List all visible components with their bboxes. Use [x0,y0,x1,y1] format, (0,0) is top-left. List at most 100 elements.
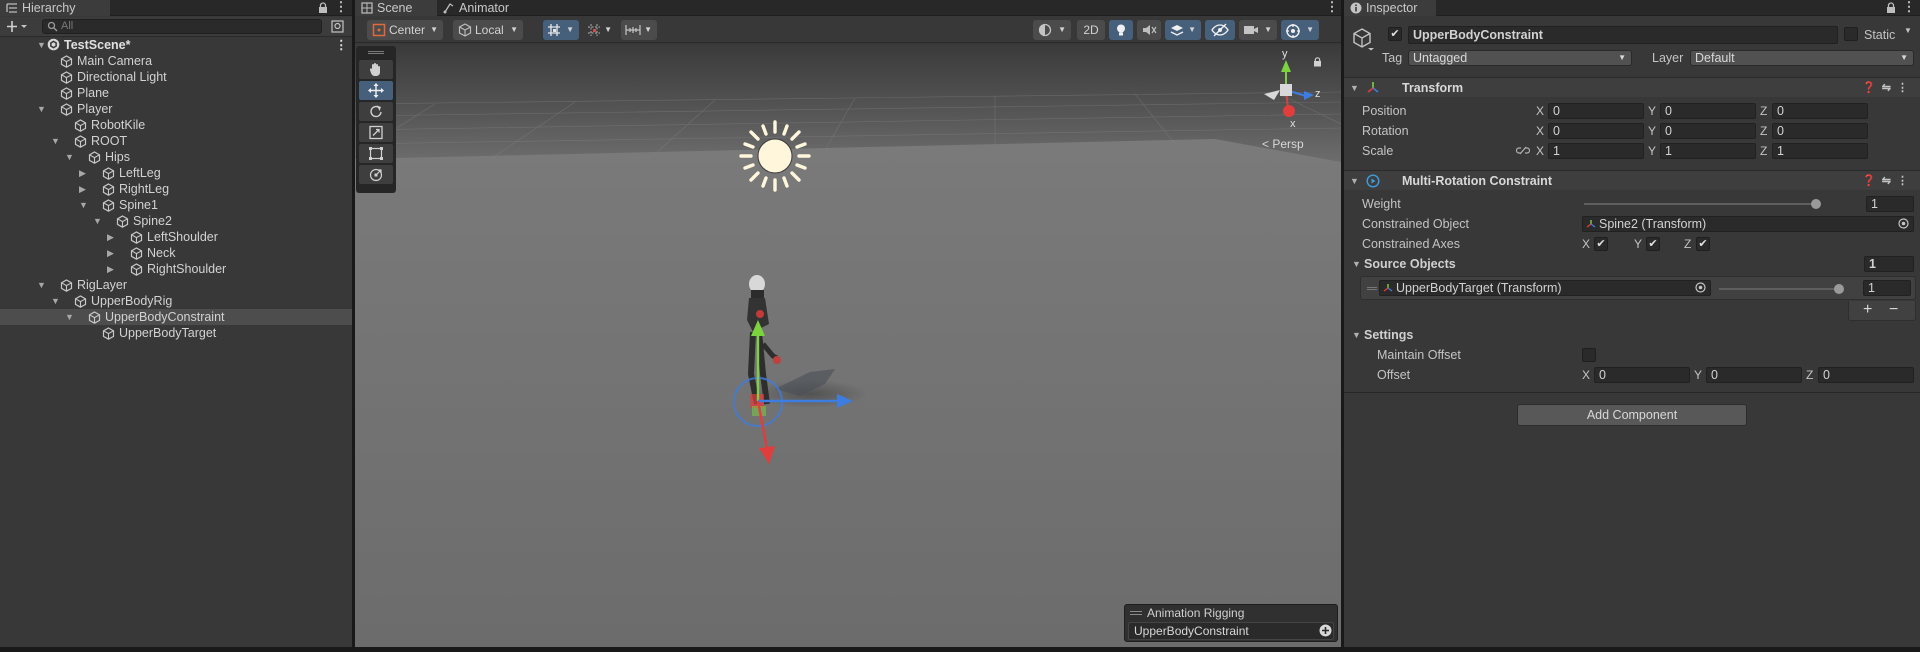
collapse-arrow-icon[interactable]: ▼ [1350,78,1359,98]
incremental-snap-toggle[interactable]: ▼ [583,20,617,40]
expand-arrow-icon[interactable]: ▼ [51,293,61,309]
hierarchy-item[interactable]: ▼ UpperBodyConstraint [0,309,352,325]
offset-z-field[interactable]: 0 [1818,367,1914,383]
help-icon[interactable]: ❓ [1862,82,1882,94]
tab-animator[interactable]: Animator [437,0,517,16]
tab-inspector[interactable]: Inspector [1344,0,1436,16]
align-tools-toggle[interactable]: ▼ [621,20,657,40]
lighting-toggle[interactable] [1109,20,1133,40]
expand-arrow-icon[interactable]: ▼ [51,133,61,149]
active-checkbox[interactable]: ✔ [1388,27,1402,41]
pivot-mode-dropdown[interactable]: Center ▼ [367,20,443,40]
hierarchy-item[interactable]: UpperBodyTarget [0,325,352,341]
layer-dropdown[interactable]: Default ▼ [1690,50,1914,66]
hierarchy-item[interactable]: ▼ UpperBodyRig [0,293,352,309]
move-tool-button[interactable] [359,81,393,100]
scale-x-field[interactable]: 1 [1548,143,1644,159]
collapse-arrow-icon[interactable]: ▼ [1350,171,1359,191]
help-icon[interactable]: ❓ [1862,175,1882,187]
hierarchy-item[interactable]: ▼ ROOT [0,133,352,149]
hierarchy-item[interactable]: ▶ RightLeg [0,181,352,197]
reorder-handle-icon[interactable] [1367,287,1377,290]
transform-tool-button[interactable] [359,165,393,184]
position-z-field[interactable]: 0 [1772,103,1868,119]
add-object-plus-icon[interactable] [6,20,28,33]
inspector-lock-icon[interactable] [1886,2,1896,14]
scene-menu-kebab-icon[interactable]: ⋮ [1325,0,1339,16]
object-picker-icon[interactable] [1898,218,1909,229]
collapsed-arrow-icon[interactable]: ▶ [107,229,117,245]
gizmos-dropdown[interactable]: ▼ [1281,20,1319,40]
add-circle-icon[interactable] [1319,624,1332,637]
constrained-axis-z-checkbox[interactable]: ✔ [1696,237,1710,251]
drag-handle-icon[interactable] [368,51,384,54]
maintain-offset-checkbox[interactable] [1582,348,1596,362]
effects-dropdown[interactable]: ▼ [1165,20,1201,40]
projection-toggle[interactable]: < Persp [1262,137,1304,151]
overlay-drag-handle-icon[interactable] [1130,611,1142,615]
source-weight-slider-knob[interactable] [1834,284,1844,294]
hierarchy-search-input[interactable]: All [42,19,322,34]
view-tool-button[interactable] [359,60,393,79]
grid-snap-toggle[interactable]: ▼ [543,20,579,40]
collapsed-arrow-icon[interactable]: ▶ [107,261,117,277]
hierarchy-item[interactable]: RobotKile [0,117,352,133]
scale-tool-button[interactable] [359,123,393,142]
overlay-constraint-field[interactable]: UpperBodyConstraint [1128,622,1334,640]
component-menu-kebab-icon[interactable]: ⋮ [1897,82,1914,94]
audio-toggle[interactable] [1137,20,1161,40]
hierarchy-item[interactable]: ▶ Neck [0,245,352,261]
settings-header[interactable]: ▼ Settings [1344,326,1920,344]
scene-menu-kebab-icon[interactable]: ⋮ [335,37,348,53]
offset-y-field[interactable]: 0 [1706,367,1802,383]
expand-arrow-icon[interactable]: ▼ [37,101,47,117]
static-checkbox[interactable] [1844,27,1858,41]
rotate-tool-button[interactable] [359,102,393,121]
weight-slider-track[interactable] [1584,203,1816,205]
weight-field[interactable]: 1 [1866,196,1914,212]
collapsed-arrow-icon[interactable]: ▶ [79,165,89,181]
draw-mode-dropdown[interactable]: ▼ [1033,20,1071,40]
camera-settings-dropdown[interactable]: ▼ [1239,20,1277,40]
source-weight-field[interactable]: 1 [1863,280,1911,296]
lock-icon[interactable] [318,2,328,14]
hierarchy-item[interactable]: ▼ Hips [0,149,352,165]
collapsed-arrow-icon[interactable]: ▶ [79,181,89,197]
position-x-field[interactable]: 0 [1548,103,1644,119]
add-component-button[interactable]: Add Component [1517,404,1747,426]
constrained-axis-x-checkbox[interactable]: ✔ [1594,237,1608,251]
hierarchy-menu-kebab-icon[interactable]: ⋮ [334,0,348,16]
gizmo-lock-icon[interactable] [1313,57,1322,67]
presets-icon[interactable]: ⇋ [1882,82,1897,94]
object-picker-icon[interactable] [1695,282,1706,293]
expand-arrow-icon[interactable]: ▼ [37,37,47,53]
scale-y-field[interactable]: 1 [1660,143,1756,159]
source-weight-slider-track[interactable] [1719,288,1839,290]
source-objects-count-field[interactable]: 1 [1864,256,1914,272]
remove-source-minus-button[interactable]: − [1889,301,1898,319]
source-object-field[interactable]: UpperBodyTarget (Transform) [1379,280,1711,296]
scene-visibility-toggle[interactable] [1205,20,1235,40]
collapse-arrow-icon[interactable]: ▼ [1352,326,1361,344]
hierarchy-item[interactable]: ▶ LeftShoulder [0,229,352,245]
hierarchy-item[interactable]: ▼ RigLayer [0,277,352,293]
hierarchy-item[interactable]: Main Camera [0,53,352,69]
constrained-axis-y-checkbox[interactable]: ✔ [1646,237,1660,251]
scene-viewport[interactable] [355,44,1341,647]
hierarchy-scene-row[interactable]: ▼ TestScene* ⋮ [0,37,352,53]
collapse-arrow-icon[interactable]: ▼ [1352,255,1361,273]
hierarchy-item[interactable]: ▶ LeftLeg [0,165,352,181]
toggle-2d-button[interactable]: 2D [1077,20,1105,40]
hierarchy-item[interactable]: ▼ Spine1 [0,197,352,213]
transform-header[interactable]: ▼ Transform ❓⇋⋮ [1344,77,1920,97]
rotation-y-field[interactable]: 0 [1660,123,1756,139]
component-menu-kebab-icon[interactable]: ⋮ [1897,175,1914,187]
tag-dropdown[interactable]: Untagged ▼ [1408,50,1632,66]
hierarchy-item[interactable]: ▼ Spine2 [0,213,352,229]
offset-x-field[interactable]: 0 [1594,367,1690,383]
source-objects-header[interactable]: ▼ Source Objects 1 [1344,255,1920,273]
position-y-field[interactable]: 0 [1660,103,1756,119]
scene-visibility-search-icon[interactable] [331,20,345,33]
object-name-field[interactable]: UpperBodyConstraint [1408,26,1838,44]
constrain-proportions-link-icon[interactable] [1516,144,1530,157]
